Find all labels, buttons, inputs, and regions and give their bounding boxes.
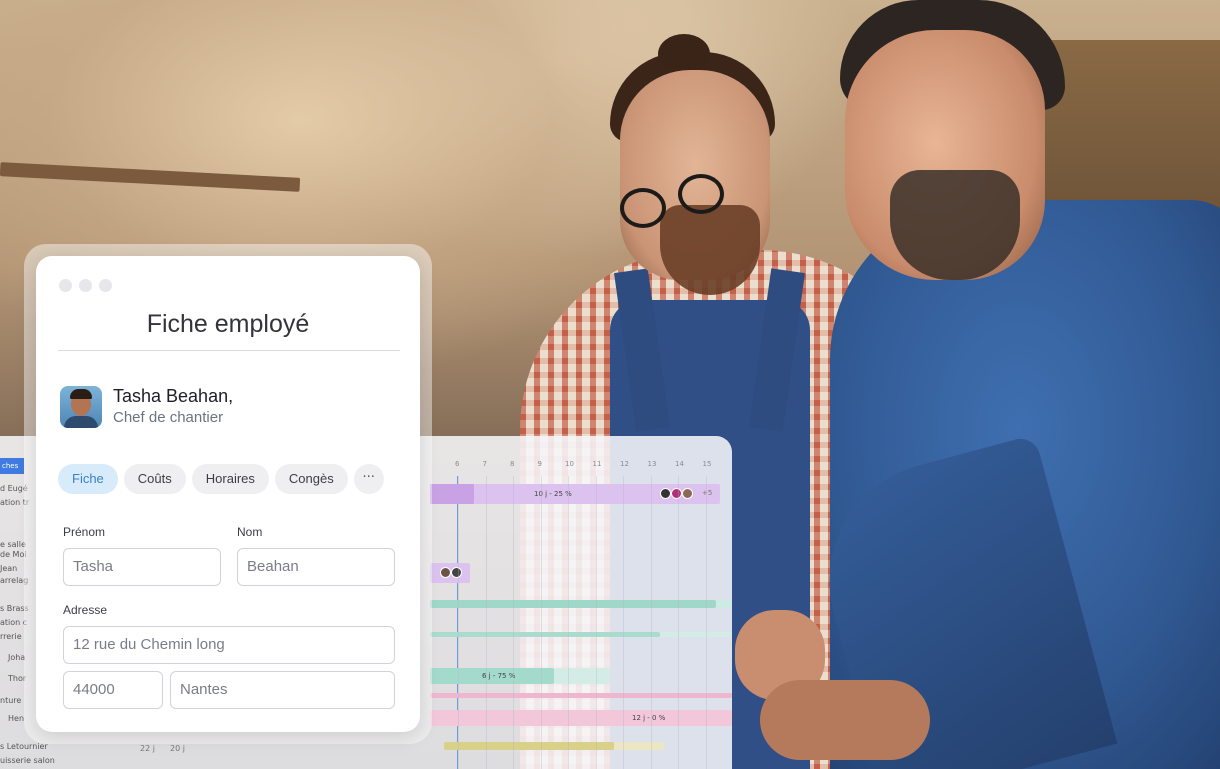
gantt-column-line	[705, 476, 707, 769]
tab-conges[interactable]: Congès	[274, 464, 348, 494]
gantt-bar[interactable]	[430, 600, 716, 608]
gantt-row-label: de Moi	[0, 550, 27, 559]
employee-role: Chef de chantier	[113, 409, 224, 426]
gantt-bar[interactable]	[430, 693, 732, 698]
gantt-day-label: 6	[455, 460, 460, 468]
gantt-column-line	[513, 476, 514, 769]
tab-horaires[interactable]: Horaires	[191, 464, 269, 494]
avatar-hair	[70, 389, 92, 399]
duration-label: 22 j	[140, 744, 155, 753]
tab-fiche[interactable]: Fiche	[58, 464, 118, 494]
gantt-column-line	[650, 476, 652, 769]
gantt-bar[interactable]	[554, 668, 610, 684]
gantt-row-label: uisserie salon	[0, 756, 55, 765]
prenom-label: Prénom	[63, 525, 106, 539]
gantt-day-label: 13	[647, 460, 657, 468]
gantt-day-label: 7	[482, 460, 487, 468]
gantt-bar[interactable]	[716, 600, 732, 608]
worker-beard	[890, 170, 1020, 280]
gantt-extra-count: +5	[702, 489, 713, 497]
adresse-field[interactable]: 12 rue du Chemin long	[63, 626, 395, 664]
gantt-row-label: nture	[0, 696, 22, 705]
gantt-row-label: Hen	[8, 714, 25, 723]
gantt-day-label: 11	[592, 460, 602, 468]
window-dot-icon	[99, 279, 112, 292]
prenom-field[interactable]: Tasha	[63, 548, 221, 586]
gantt-bar[interactable]	[614, 742, 664, 750]
gantt-bar[interactable]	[430, 710, 732, 726]
gantt-column-line	[623, 476, 624, 769]
gantt-bar-label: 6 j - 75 %	[482, 672, 516, 680]
gantt-row-label: e salle	[0, 540, 26, 549]
gantt-day-label: 8	[510, 460, 515, 468]
avatar	[451, 567, 462, 578]
gantt-day-label: 9	[537, 460, 542, 468]
gantt-day-label: 10	[565, 460, 574, 468]
avatar-body	[64, 416, 98, 428]
avatar	[60, 386, 102, 428]
glasses-icon	[678, 174, 724, 214]
gantt-column-line	[678, 476, 679, 769]
employee-name: Tasha Beahan,	[113, 386, 234, 406]
gantt-column-line	[485, 476, 487, 769]
gantt-column-line	[540, 476, 542, 769]
gantt-row-label: Joha	[8, 653, 26, 662]
avatar	[440, 567, 451, 578]
hair-bun	[658, 34, 710, 74]
left-tab[interactable]: ches	[0, 458, 24, 474]
gantt-bar[interactable]	[430, 484, 474, 504]
tab-couts[interactable]: Coûts	[123, 464, 186, 494]
avatar	[671, 488, 682, 499]
gantt-bar-label: 12 j - 0 %	[632, 714, 666, 722]
city-field[interactable]: Nantes	[170, 671, 395, 709]
nom-field[interactable]: Beahan	[237, 548, 395, 586]
gantt-bar[interactable]	[660, 632, 732, 637]
gantt-day-label: 14	[675, 460, 684, 468]
wood-shelf	[0, 162, 301, 192]
duration-label: 20 j	[170, 744, 185, 753]
postal-code-field[interactable]: 44000	[63, 671, 163, 709]
gantt-bar[interactable]	[444, 742, 614, 750]
gantt-column-line	[568, 476, 569, 769]
gantt-day-label: 12	[620, 460, 629, 468]
window-dot-icon	[59, 279, 72, 292]
gantt-column-line	[595, 476, 597, 769]
nom-label: Nom	[237, 525, 263, 539]
tab-bar: Fiche Coûts Horaires Congès ···	[58, 464, 384, 494]
window-dot-icon	[79, 279, 92, 292]
gantt-row-label: Jean	[0, 564, 18, 573]
title-divider	[58, 350, 400, 351]
gantt-bar[interactable]	[430, 632, 660, 637]
adresse-label: Adresse	[63, 603, 108, 617]
gantt-column-line	[458, 476, 459, 769]
gantt-row-label: rrerie	[0, 632, 22, 641]
card-title: Fiche employé	[146, 310, 310, 338]
more-options-icon[interactable]: ···	[353, 464, 384, 494]
window-dots	[59, 279, 112, 292]
avatar	[660, 488, 671, 499]
glasses-icon	[620, 188, 666, 228]
gantt-day-label: 15	[702, 460, 712, 468]
employee-card: Fiche employé Tasha Beahan, Chef de chan…	[36, 256, 420, 732]
worker-hand	[760, 680, 930, 760]
avatar	[682, 488, 693, 499]
